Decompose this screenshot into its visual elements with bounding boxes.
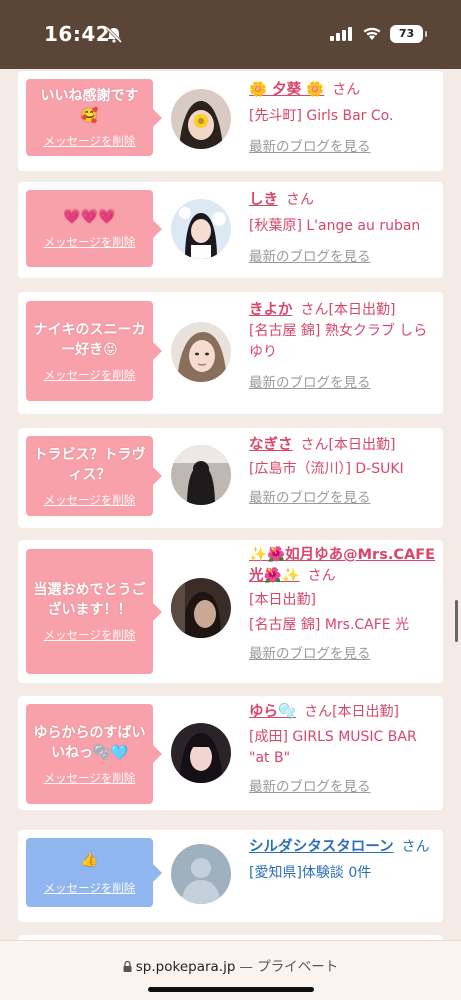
honorific: さん xyxy=(300,437,329,453)
message-card: 当選おめでとうございます！！ メッセージを削除 ✨🌺如月ゆあ@Mrs.CAFE光… xyxy=(18,540,443,683)
message-card: いいね感謝です🥰 メッセージを削除 🌼 夕葵 🌼 さん [先斗町] Girls B… xyxy=(18,71,443,171)
attendance-tag: [本日出勤] xyxy=(328,437,396,453)
private-label: — プライベート xyxy=(239,959,339,975)
message-card: トラビス？トラヴィス？ メッセージを削除 なぎさ さん[本日出勤] [広島市（流川… xyxy=(18,428,443,528)
avatar[interactable] xyxy=(171,844,231,904)
delete-message-link[interactable]: メッセージを削除 xyxy=(44,492,136,508)
latest-blog-link[interactable]: 最新のブログを見る xyxy=(249,137,371,158)
delete-message-link[interactable]: メッセージを削除 xyxy=(44,367,136,383)
shop-info: [名古屋 錦] Mrs.CAFE 光 xyxy=(249,617,410,633)
status-time: 16:42 xyxy=(44,22,111,46)
browser-url-bar[interactable]: sp.pokepara.jp — プライベート xyxy=(0,940,461,1000)
sender-info: なぎさ さん[本日出勤] [広島市（流川）] D-SUKI 最新のブログを見る xyxy=(249,435,437,509)
latest-blog-link[interactable]: 最新のブログを見る xyxy=(249,488,371,509)
sender-name-link[interactable]: きよか xyxy=(249,302,293,318)
avatar[interactable] xyxy=(171,322,231,382)
attendance-tag: [本日出勤] xyxy=(332,704,399,720)
honorific: さん xyxy=(332,82,361,98)
message-text: いいね感謝です🥰 xyxy=(40,88,139,124)
shop-info: [成田] GIRLS MUSIC BAR "at B" xyxy=(249,729,417,766)
message-bubble: いいね感謝です🥰 メッセージを削除 xyxy=(26,79,162,156)
message-bubble: 👍 メッセージを削除 xyxy=(26,838,162,907)
message-card: 👍 メッセージを削除 シルダシタスタローン さん [愛知県]体験談 0件 xyxy=(18,830,443,922)
honorific: さん xyxy=(307,568,336,584)
message-bubble: 💗💗💗 メッセージを削除 xyxy=(26,190,162,267)
message-bubble: ゆらからのすばいいねっ🫧🩵 メッセージを削除 xyxy=(26,704,162,804)
delete-message-link[interactable]: メッセージを削除 xyxy=(44,880,136,896)
avatar[interactable] xyxy=(171,199,231,259)
sender-name-link[interactable]: なぎさ xyxy=(249,437,293,453)
message-bubble: トラビス？トラヴィス？ メッセージを削除 xyxy=(26,436,162,516)
message-bubble: 当選おめでとうございます！！ メッセージを削除 xyxy=(26,549,162,674)
avatar[interactable] xyxy=(171,445,231,505)
attendance-tag: [本日出勤] xyxy=(328,302,396,318)
latest-blog-link[interactable]: 最新のブログを見る xyxy=(249,373,371,394)
battery-icon: 73 xyxy=(390,25,427,43)
latest-blog-link[interactable]: 最新のブログを見る xyxy=(249,777,371,798)
message-text: ゆらからのすばいいねっ🫧🩵 xyxy=(33,724,146,761)
sender-name-link[interactable]: シルダシタスタローン xyxy=(249,839,394,855)
sender-info: ゆら🫧 さん[本日出勤] [成田] GIRLS MUSIC BAR "at B" … xyxy=(249,702,437,798)
sender-name-link[interactable]: しき xyxy=(249,192,278,208)
delete-message-link[interactable]: メッセージを削除 xyxy=(44,234,136,250)
shop-info: [秋葉原] L'ange au ruban xyxy=(249,218,421,234)
bell-slash-icon xyxy=(105,26,123,44)
message-text: ナイキのスニーカー好き😝 xyxy=(33,321,146,358)
status-bar: 16:42 73 xyxy=(0,0,461,69)
honorific: さん xyxy=(401,839,430,855)
avatar[interactable] xyxy=(171,89,231,149)
latest-blog-link[interactable]: 最新のブログを見る xyxy=(249,644,371,665)
sender-info: ✨🌺如月ゆあ@Mrs.CAFE光🌺✨ さん [本日出勤] [名古屋 錦] Mrs.… xyxy=(249,545,437,665)
message-card: 💗💗💗 メッセージを削除 しき さん [秋葉原] L'ange au ruban … xyxy=(18,182,443,278)
cellular-signal-icon xyxy=(330,27,352,41)
shop-info: [名古屋 錦] 熟女クラブ しらゆり xyxy=(249,323,428,360)
honorific: さん xyxy=(300,302,329,318)
sender-info: きよか さん[本日出勤] [名古屋 錦] 熟女クラブ しらゆり 最新のブログを見る xyxy=(249,300,437,394)
avatar[interactable] xyxy=(171,723,231,783)
lock-icon xyxy=(123,961,132,972)
message-text: 👍 xyxy=(80,851,99,868)
sender-info: シルダシタスタローン さん [愛知県]体験談 0件 xyxy=(249,837,437,884)
attendance-tag: [本日出勤] xyxy=(249,592,316,608)
url-domain: sp.pokepara.jp xyxy=(135,959,236,975)
delete-message-link[interactable]: メッセージを削除 xyxy=(44,770,136,786)
message-text: トラビス？トラヴィス？ xyxy=(33,446,146,483)
sender-info: 🌼 夕葵 🌼 さん [先斗町] Girls Bar Co. 最新のブログを見る xyxy=(249,80,437,158)
shop-info: [広島市（流川）] D-SUKI xyxy=(249,461,404,477)
message-card: ナイキのスニーカー好き😝 メッセージを削除 きよか さん[本日出勤] [名古屋 錦… xyxy=(18,292,443,414)
message-card: ゆらからのすばいいねっ🫧🩵 メッセージを削除 ゆら🫧 さん[本日出勤] [成田] … xyxy=(18,696,443,810)
review-info: [愛知県]体験談 0件 xyxy=(249,865,372,881)
avatar[interactable] xyxy=(171,578,231,638)
shop-info: [先斗町] Girls Bar Co. xyxy=(249,108,394,124)
home-indicator[interactable] xyxy=(148,987,314,992)
message-feed[interactable]: いいね感謝です🥰 メッセージを削除 🌼 夕葵 🌼 さん [先斗町] Girls B… xyxy=(0,69,461,940)
message-bubble: ナイキのスニーカー好き😝 メッセージを削除 xyxy=(26,301,162,401)
delete-message-link[interactable]: メッセージを削除 xyxy=(44,627,136,643)
message-text: 💗💗💗 xyxy=(63,209,116,225)
honorific: さん xyxy=(286,192,314,208)
sender-name-link[interactable]: ✨🌺如月ゆあ@Mrs.CAFE光🌺✨ xyxy=(249,547,435,584)
honorific: さん xyxy=(304,704,333,720)
sender-name-link[interactable]: 🌼 夕葵 🌼 xyxy=(249,82,324,98)
message-text: 当選おめでとうございます！！ xyxy=(33,582,146,618)
wifi-icon xyxy=(363,27,381,40)
latest-blog-link[interactable]: 最新のブログを見る xyxy=(249,247,371,268)
scrollbar[interactable] xyxy=(455,600,458,642)
sender-name-link[interactable]: ゆら🫧 xyxy=(249,704,296,720)
sender-info: しき さん [秋葉原] L'ange au ruban 最新のブログを見る xyxy=(249,190,437,268)
delete-message-link[interactable]: メッセージを削除 xyxy=(44,133,136,149)
